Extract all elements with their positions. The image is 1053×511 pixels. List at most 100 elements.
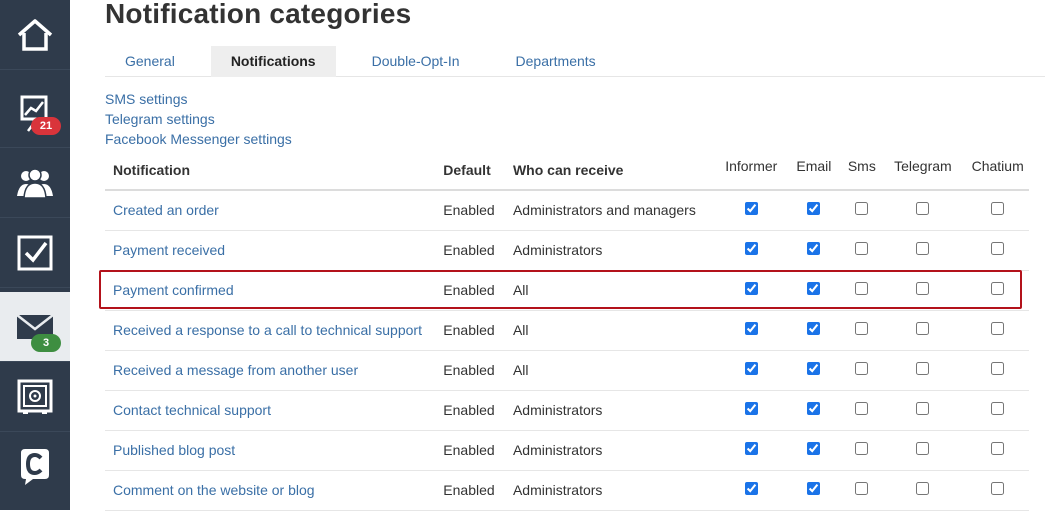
informer-cell (719, 390, 784, 430)
email-cell (784, 270, 845, 310)
email-checkbox[interactable] (807, 322, 821, 335)
sms-checkbox[interactable] (855, 242, 869, 255)
informer-cell (719, 350, 784, 390)
notification-cell: Payment confirmed (105, 270, 443, 310)
notification-cell: Created an order (105, 190, 443, 230)
chatium-checkbox[interactable] (991, 362, 1005, 375)
email-cell (784, 310, 845, 350)
informer-checkbox[interactable] (744, 482, 758, 495)
telegram-settings-link[interactable]: Telegram settings (105, 109, 292, 129)
notification-name-link[interactable]: Comment on the website or blog (113, 482, 315, 498)
email-checkbox[interactable] (807, 402, 821, 415)
who-can-receive-cell: All (512, 282, 529, 298)
chatium-checkbox[interactable] (991, 202, 1005, 216)
informer-checkbox[interactable] (744, 322, 758, 335)
notification-name-link[interactable]: Published blog post (113, 442, 235, 458)
chatium-cell (966, 430, 1029, 470)
sms-cell (844, 190, 879, 230)
sms-checkbox[interactable] (855, 362, 869, 375)
sidebar-item-messages[interactable]: 3 (0, 292, 70, 362)
informer-cell (719, 470, 784, 510)
tab-general[interactable]: General (105, 46, 195, 77)
chatium-cell (966, 270, 1029, 310)
chatium-checkbox[interactable] (991, 442, 1005, 455)
informer-checkbox[interactable] (744, 442, 758, 455)
table-row: Payment confirmed Enabled All (105, 270, 1029, 310)
email-cell (784, 470, 845, 510)
sms-checkbox[interactable] (855, 322, 869, 335)
chatium-checkbox[interactable] (991, 242, 1005, 255)
informer-cell (719, 270, 784, 310)
sidebar-item-chat[interactable] (0, 432, 70, 502)
telegram-checkbox[interactable] (916, 482, 930, 495)
sms-settings-link[interactable]: SMS settings (105, 89, 292, 109)
header-who-can-receive: Who can receive (512, 161, 624, 178)
chatium-checkbox[interactable] (991, 482, 1005, 495)
facebook-messenger-settings-link[interactable]: Facebook Messenger settings (105, 129, 292, 149)
email-checkbox[interactable] (807, 282, 821, 295)
sidebar-badge-statistics: 21 (31, 117, 61, 135)
who-can-receive-cell: All (512, 362, 529, 378)
notification-name-link[interactable]: Payment received (113, 242, 225, 258)
sidebar-item-statistics[interactable]: 21 (0, 78, 70, 148)
email-checkbox[interactable] (807, 202, 821, 216)
telegram-checkbox[interactable] (916, 282, 930, 295)
telegram-checkbox[interactable] (916, 322, 930, 335)
sms-cell (844, 270, 879, 310)
informer-cell (719, 230, 784, 270)
default-cell: Enabled (443, 442, 495, 458)
telegram-checkbox[interactable] (916, 362, 930, 375)
sms-cell (844, 230, 879, 270)
chatium-checkbox[interactable] (991, 402, 1005, 415)
telegram-checkbox[interactable] (916, 442, 930, 455)
email-checkbox[interactable] (807, 442, 821, 455)
email-checkbox[interactable] (807, 482, 821, 495)
telegram-cell (880, 470, 967, 510)
email-checkbox[interactable] (807, 242, 821, 255)
informer-checkbox[interactable] (744, 242, 758, 255)
chatium-cell (966, 470, 1029, 510)
informer-checkbox[interactable] (744, 282, 758, 295)
notification-name-link[interactable]: Contact technical support (113, 402, 271, 418)
sms-cell (844, 350, 879, 390)
telegram-checkbox[interactable] (916, 242, 930, 255)
telegram-checkbox[interactable] (916, 202, 930, 216)
sidebar-item-tasks[interactable] (0, 218, 70, 288)
sms-checkbox[interactable] (855, 482, 869, 495)
sms-checkbox[interactable] (855, 202, 869, 216)
telegram-cell (880, 270, 967, 310)
notification-name-link[interactable]: Payment confirmed (113, 282, 234, 298)
default-cell: Enabled (443, 322, 495, 338)
informer-checkbox[interactable] (744, 362, 758, 375)
notification-name-link[interactable]: Received a response to a call to technic… (113, 322, 422, 338)
sms-checkbox[interactable] (855, 402, 869, 415)
sidebar-item-users[interactable] (0, 148, 70, 218)
notification-name-link[interactable]: Received a message from another user (113, 362, 358, 378)
tab-double-opt-in[interactable]: Double-Opt-In (352, 46, 480, 77)
home-icon (17, 18, 53, 51)
notification-name-link[interactable]: Created an order (113, 202, 219, 218)
sms-checkbox[interactable] (855, 282, 869, 295)
notifications-table: Notification Default Who can receive Inf… (105, 150, 1029, 511)
tab-departments[interactable]: Departments (496, 46, 616, 77)
sidebar-item-home[interactable] (0, 0, 70, 70)
email-checkbox[interactable] (807, 362, 821, 375)
sms-cell (844, 310, 879, 350)
sidebar-item-safe[interactable] (0, 362, 70, 432)
informer-checkbox[interactable] (744, 202, 758, 216)
default-cell: Enabled (443, 482, 495, 498)
sms-cell (844, 470, 879, 510)
default-cell: Enabled (443, 362, 495, 378)
header-informer: Informer (725, 158, 778, 174)
chatium-checkbox[interactable] (991, 282, 1005, 295)
informer-checkbox[interactable] (744, 402, 758, 415)
sms-checkbox[interactable] (855, 442, 869, 455)
table-row: Created an order Enabled Administrators an… (105, 190, 1029, 230)
tab-notifications[interactable]: Notifications (210, 46, 336, 77)
telegram-checkbox[interactable] (916, 402, 930, 415)
who-can-receive-cell: Administrators (512, 482, 603, 498)
chatium-checkbox[interactable] (991, 322, 1005, 335)
sms-cell (844, 390, 879, 430)
tab-bar: General Notifications Double-Opt-In Depa… (105, 46, 1045, 77)
header-notification: Notification (113, 161, 190, 178)
